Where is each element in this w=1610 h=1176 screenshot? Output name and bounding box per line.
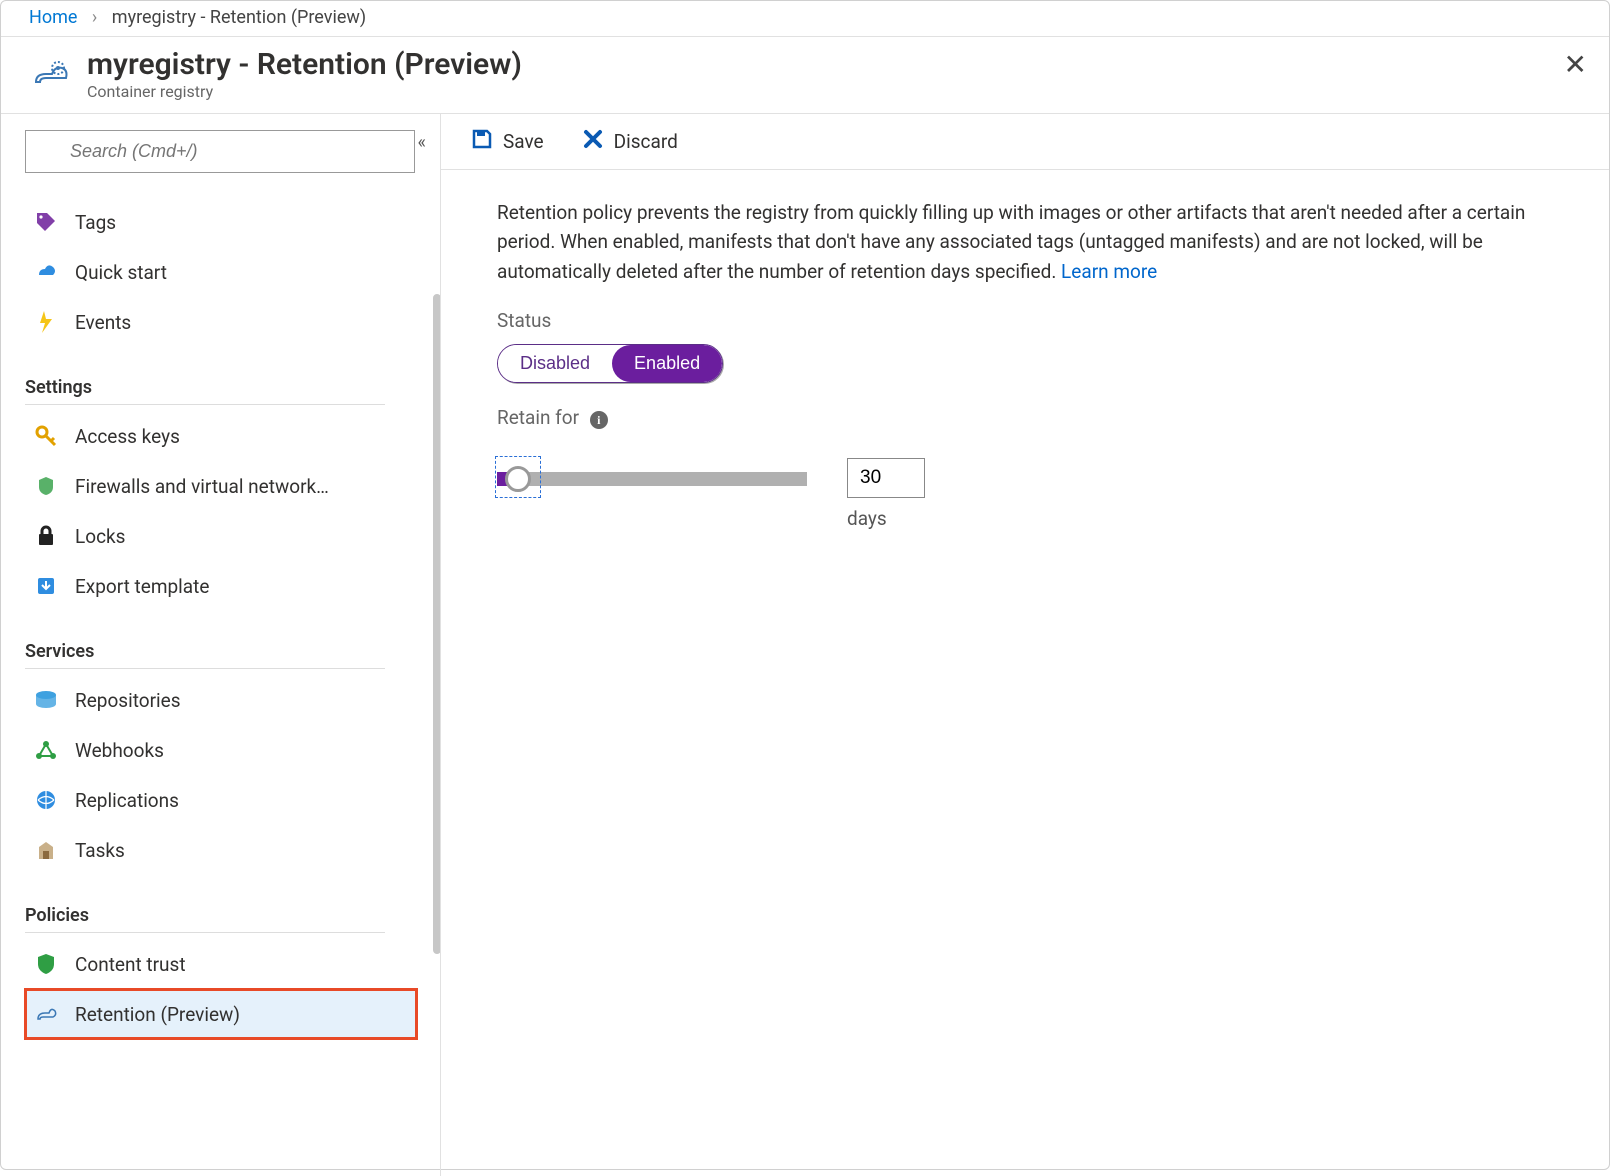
sidebar-divider [25, 668, 385, 669]
webhooks-icon [33, 737, 59, 763]
retention-icon [33, 1001, 59, 1027]
description-text: Retention policy prevents the registry f… [497, 198, 1553, 286]
retain-unit: days [847, 504, 925, 533]
sidebar-item-tags[interactable]: Tags [25, 197, 417, 247]
sidebar-item-label: Events [75, 311, 131, 334]
firewall-icon [33, 473, 59, 499]
status-disabled-option[interactable]: Disabled [498, 345, 612, 382]
sidebar-item-repositories[interactable]: Repositories [25, 675, 417, 725]
toolbar: Save Discard [441, 114, 1609, 170]
sidebar-item-label: Access keys [75, 425, 180, 448]
discard-icon [582, 128, 604, 155]
retain-days-input[interactable] [847, 458, 925, 498]
save-label: Save [503, 130, 544, 153]
search-input[interactable] [25, 130, 415, 173]
page-subtitle: Container registry [87, 82, 522, 101]
export-icon [33, 573, 59, 599]
breadcrumb-current: myregistry - Retention (Preview) [112, 7, 366, 28]
save-button[interactable]: Save [471, 128, 544, 155]
slider-track [497, 472, 807, 486]
content-pane: Save Discard Retention policy prevents t… [441, 114, 1609, 1176]
blade-header: myregistry - Retention (Preview) Contain… [1, 37, 1609, 114]
sidebar-item-label: Retention (Preview) [75, 1003, 240, 1026]
scrollbar-thumb[interactable] [433, 294, 441, 954]
sidebar-item-label: Repositories [75, 689, 181, 712]
retain-slider[interactable] [497, 464, 807, 490]
status-toggle[interactable]: Disabled Enabled [497, 344, 723, 383]
sidebar-item-webhooks[interactable]: Webhooks [25, 725, 417, 775]
sidebar-item-replications[interactable]: Replications [25, 775, 417, 825]
sidebar-divider [25, 404, 385, 405]
sidebar-item-tasks[interactable]: Tasks [25, 825, 417, 875]
discard-label: Discard [614, 130, 678, 153]
sidebar-group-services: Services [25, 641, 434, 662]
sidebar-item-label: Quick start [75, 261, 167, 284]
close-button[interactable]: ✕ [1564, 51, 1587, 79]
sidebar-item-firewalls[interactable]: Firewalls and virtual network… [25, 461, 417, 511]
quickstart-icon [33, 259, 59, 285]
sidebar-item-content-trust[interactable]: Content trust [25, 939, 417, 989]
retain-label: Retain for i [497, 403, 1553, 432]
replications-icon [33, 787, 59, 813]
shield-icon [33, 951, 59, 977]
container-registry-icon [29, 51, 75, 97]
save-icon [471, 128, 493, 155]
sidebar-group-policies: Policies [25, 905, 434, 926]
sidebar-group-settings: Settings [25, 377, 434, 398]
sidebar-item-label: Export template [75, 575, 209, 598]
lock-icon [33, 523, 59, 549]
sidebar-divider [25, 932, 385, 933]
page-title: myregistry - Retention (Preview) [87, 47, 522, 82]
repositories-icon [33, 687, 59, 713]
status-enabled-option[interactable]: Enabled [612, 345, 722, 382]
breadcrumb-separator: › [92, 7, 97, 28]
sidebar-item-label: Tags [75, 211, 116, 234]
status-label: Status [497, 306, 1553, 335]
sidebar: « Tags Quick start Events Settings Acces… [1, 114, 441, 1176]
sidebar-item-label: Tasks [75, 839, 125, 862]
learn-more-link[interactable]: Learn more [1061, 260, 1157, 283]
sidebar-item-label: Webhooks [75, 739, 164, 762]
sidebar-item-label: Replications [75, 789, 179, 812]
slider-thumb[interactable] [505, 466, 531, 492]
sidebar-item-label: Content trust [75, 953, 186, 976]
sidebar-item-quick-start[interactable]: Quick start [25, 247, 417, 297]
info-icon[interactable]: i [590, 411, 608, 429]
sidebar-item-label: Firewalls and virtual network… [75, 475, 329, 498]
tag-icon [33, 209, 59, 235]
key-icon [33, 423, 59, 449]
sidebar-item-export-template[interactable]: Export template [25, 561, 417, 611]
events-icon [33, 309, 59, 335]
main-content: Retention policy prevents the registry f… [441, 170, 1609, 562]
sidebar-item-locks[interactable]: Locks [25, 511, 417, 561]
tasks-icon [33, 837, 59, 863]
breadcrumb-home[interactable]: Home [29, 7, 77, 28]
sidebar-item-label: Locks [75, 525, 125, 548]
sidebar-item-events[interactable]: Events [25, 297, 417, 347]
breadcrumb: Home › myregistry - Retention (Preview) [1, 1, 1609, 37]
discard-button[interactable]: Discard [582, 128, 678, 155]
sidebar-item-retention[interactable]: Retention (Preview) [25, 989, 417, 1039]
sidebar-item-access-keys[interactable]: Access keys [25, 411, 417, 461]
